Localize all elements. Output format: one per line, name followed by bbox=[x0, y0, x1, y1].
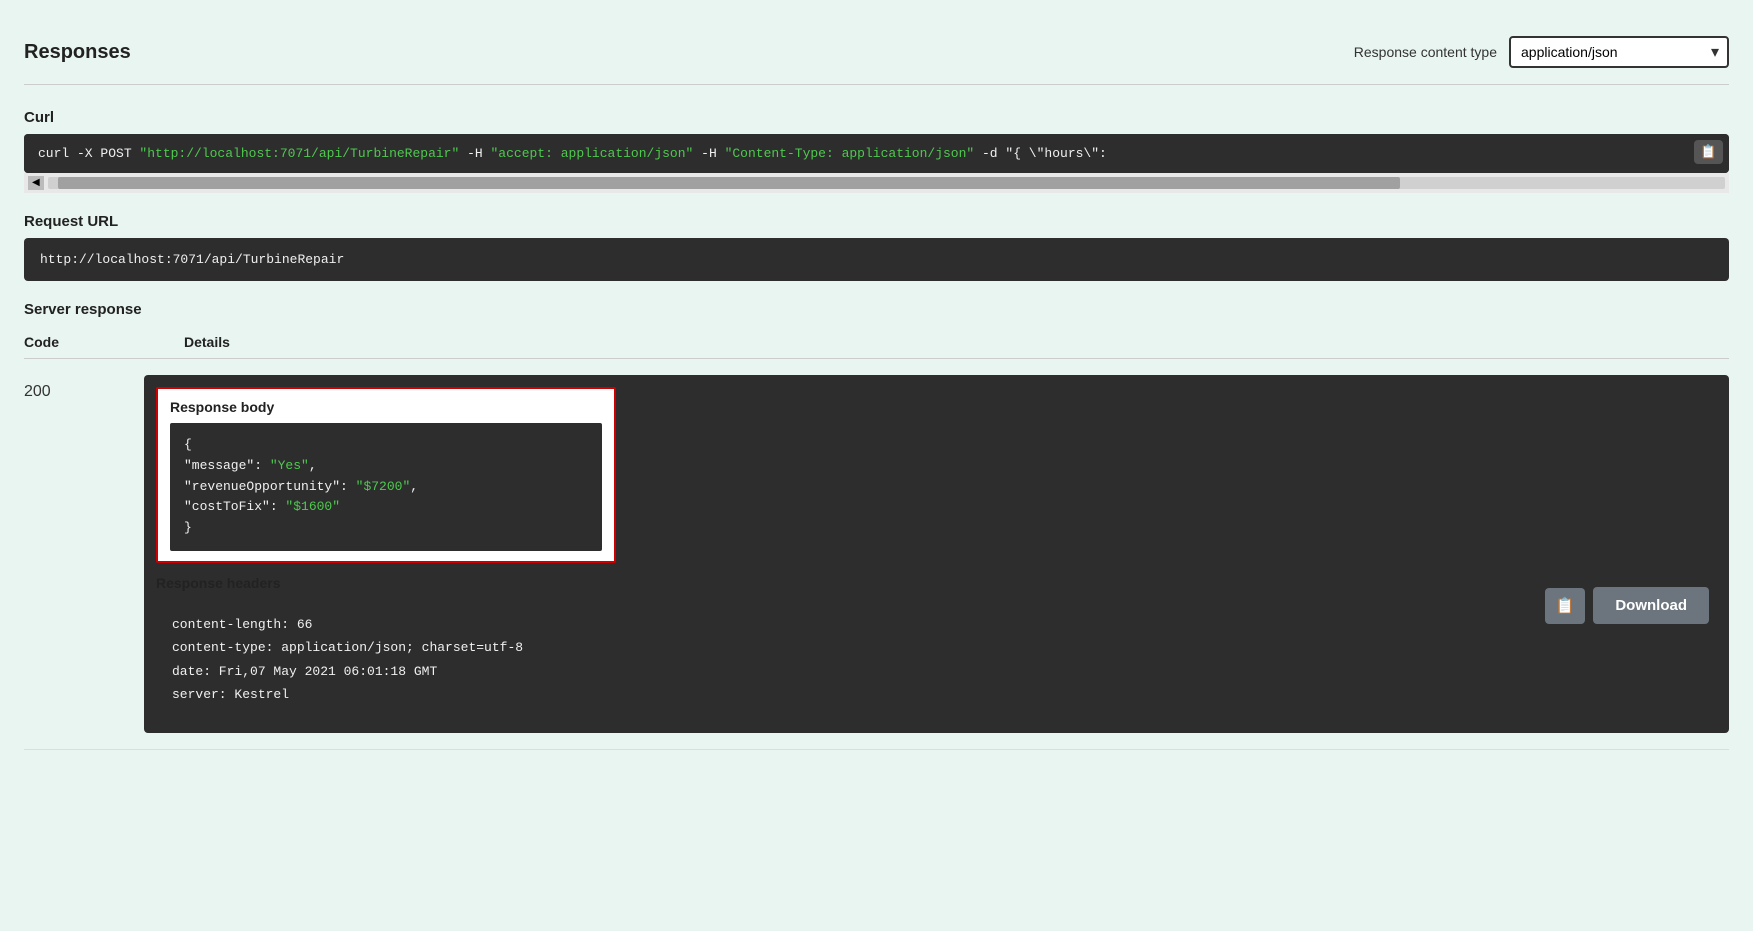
curl-scrollbar-thumb bbox=[58, 177, 1400, 189]
header-line-1: content-length: 66 bbox=[172, 613, 909, 636]
action-buttons: 📋 Download bbox=[1545, 587, 1709, 624]
content-type-select-wrapper: application/json text/plain text/html bbox=[1509, 36, 1729, 68]
response-content-area: Response body { "message": "Yes", "reven… bbox=[156, 387, 925, 721]
responses-header: Responses Response content type applicat… bbox=[24, 20, 1729, 85]
curl-code-wrapper: curl -X POST "http://localhost:7071/api/… bbox=[24, 134, 1729, 173]
scroll-left-button[interactable]: ◀ bbox=[28, 176, 44, 190]
response-code: 200 bbox=[24, 375, 144, 401]
details-cell: Response body { "message": "Yes", "reven… bbox=[144, 375, 1729, 733]
json-line-4: "costToFix": "$1600" bbox=[184, 497, 588, 518]
response-body-box: Response body { "message": "Yes", "reven… bbox=[156, 387, 616, 563]
content-type-select[interactable]: application/json text/plain text/html bbox=[1509, 36, 1729, 68]
json-line-1: { bbox=[184, 435, 588, 456]
server-response-label: Server response bbox=[24, 301, 1729, 318]
header-line-4: server: Kestrel bbox=[172, 683, 909, 706]
request-url-box: http://localhost:7071/api/TurbineRepair bbox=[24, 238, 1729, 281]
curl-label: Curl bbox=[24, 109, 1729, 126]
server-response-section: Server response Code Details 200 Respons… bbox=[24, 301, 1729, 750]
json-line-5: } bbox=[184, 518, 588, 539]
response-headers-code: content-length: 66 content-type: applica… bbox=[156, 599, 925, 721]
response-body-title: Response body bbox=[170, 399, 602, 415]
content-type-section: Response content type application/json t… bbox=[1354, 36, 1729, 68]
curl-scrollbar-row: ◀ bbox=[24, 173, 1729, 193]
responses-title: Responses bbox=[24, 41, 131, 64]
response-headers-section: Response headers content-length: 66 cont… bbox=[156, 575, 925, 721]
response-copy-button[interactable]: 📋 bbox=[1545, 588, 1585, 624]
json-line-3: "revenueOpportunity": "$7200", bbox=[184, 477, 588, 498]
response-row: 200 Response body { "message": "Yes", "r… bbox=[24, 359, 1729, 750]
request-url-label: Request URL bbox=[24, 213, 1729, 230]
response-body-code: { "message": "Yes", "revenueOpportunity"… bbox=[170, 423, 602, 551]
request-url-value: http://localhost:7071/api/TurbineRepair bbox=[40, 252, 344, 267]
content-type-label: Response content type bbox=[1354, 44, 1497, 60]
curl-scrollbar-track[interactable] bbox=[48, 177, 1725, 189]
curl-section: Curl curl -X POST "http://localhost:7071… bbox=[24, 109, 1729, 193]
table-header: Code Details bbox=[24, 326, 1729, 359]
json-line-2: "message": "Yes", bbox=[184, 456, 588, 477]
response-headers-title: Response headers bbox=[156, 575, 925, 591]
header-line-3: date: Fri,07 May 2021 06:01:18 GMT bbox=[172, 660, 909, 683]
curl-command: curl -X POST "http://localhost:7071/api/… bbox=[24, 134, 1729, 173]
right-actions: 📋 Download bbox=[941, 387, 1718, 624]
curl-copy-button[interactable]: 📋 bbox=[1694, 140, 1723, 164]
main-container: Responses Response content type applicat… bbox=[0, 0, 1753, 778]
request-url-section: Request URL http://localhost:7071/api/Tu… bbox=[24, 213, 1729, 281]
big-dark-box: Response body { "message": "Yes", "reven… bbox=[144, 375, 1729, 733]
col-code-header: Code bbox=[24, 334, 104, 350]
col-details-header: Details bbox=[184, 334, 1729, 350]
header-line-2: content-type: application/json; charset=… bbox=[172, 636, 909, 659]
download-button[interactable]: Download bbox=[1593, 587, 1709, 624]
